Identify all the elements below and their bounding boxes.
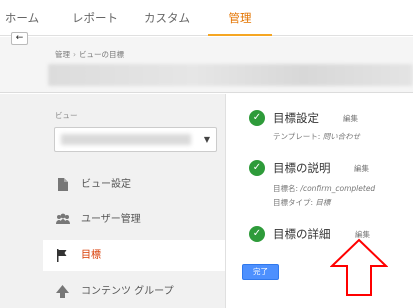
tab-reports[interactable]: レポート (70, 0, 120, 36)
breadcrumb-separator: › (73, 50, 76, 59)
account-title-redacted (48, 64, 413, 86)
nav-item-label: コンテンツ グループ (81, 286, 174, 297)
detail-value: 問い合わせ (322, 132, 361, 141)
nav-item-label: 目標 (81, 250, 101, 261)
annotation-arrow-icon (330, 238, 388, 296)
detail-label: 目標名: (273, 184, 301, 193)
check-circle-icon: ✓ (249, 160, 265, 176)
nav-item-content-grouping[interactable]: コンテンツ グループ (43, 276, 225, 307)
nav-item-goals[interactable]: 目標 (43, 240, 225, 271)
detail-label: 目標タイプ: (273, 198, 316, 207)
nav-item-view-settings[interactable]: ビュー設定 (43, 169, 225, 200)
tab-custom[interactable]: カスタム (144, 0, 190, 36)
nav-item-label: ビュー設定 (81, 179, 131, 190)
back-arrow-icon: ← (15, 33, 24, 43)
breadcrumb-root[interactable]: 管理 (55, 50, 70, 59)
document-icon (55, 178, 69, 191)
view-selector[interactable]: ▼ (54, 127, 217, 152)
detail-value: /confirm_completed (300, 184, 376, 193)
check-circle-icon: ✓ (249, 110, 265, 126)
breadcrumb-current: ビューの目標 (79, 50, 124, 59)
step-title: 目標の説明 (273, 161, 331, 175)
detail-label: テンプレート: (273, 132, 323, 141)
view-label: ビュー (55, 111, 78, 120)
edit-link[interactable]: 編集 (343, 113, 358, 124)
step-detail: 目標名: /confirm_completed (273, 183, 375, 194)
nav-item-label: ユーザー管理 (81, 214, 141, 225)
page-header: 管理 › ビューの目標 (0, 37, 413, 93)
step-detail: 目標タイプ: 目標 (273, 197, 330, 208)
breadcrumb: 管理 › ビューの目標 (55, 49, 124, 60)
step-title: 目標の詳細 (273, 227, 331, 241)
step-detail: テンプレート: 問い合わせ (273, 131, 360, 142)
back-button[interactable]: ← (11, 32, 28, 45)
users-icon (55, 213, 70, 226)
chevron-down-icon: ▼ (203, 135, 210, 144)
tab-home[interactable]: ホーム (0, 0, 44, 36)
flag-icon (55, 249, 69, 262)
done-button[interactable]: 完了 (242, 264, 279, 280)
panel-divider (225, 94, 226, 308)
step-title: 目標設定 (273, 111, 319, 125)
detail-value: 目標 (315, 198, 331, 207)
edit-link[interactable]: 編集 (354, 163, 369, 174)
view-name-redacted (61, 134, 191, 145)
check-circle-icon: ✓ (249, 226, 265, 242)
content-group-icon (55, 285, 69, 298)
nav-item-user-management[interactable]: ユーザー管理 (43, 204, 225, 235)
top-nav: ホーム レポート カスタム 管理 (0, 0, 413, 36)
tab-admin[interactable]: 管理 (208, 0, 272, 36)
